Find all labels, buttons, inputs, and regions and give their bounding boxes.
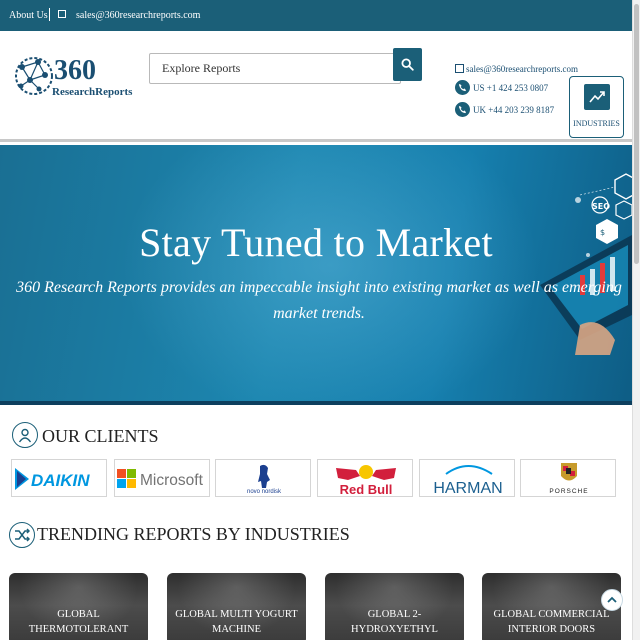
search-box (149, 53, 401, 84)
report-card[interactable]: GLOBAL COMMERCIAL INTERIOR DOORS (482, 573, 621, 640)
trending-heading: TRENDING REPORTS BY INDUSTRIES (37, 524, 350, 544)
report-card[interactable]: GLOBAL 2- HYDROXYETHYL (325, 573, 464, 640)
uk-phone[interactable]: UK +44 203 239 8187 (473, 105, 554, 115)
hero-banner: $ SEO Stay Tuned to Market 360 Research … (0, 145, 632, 405)
chart-trend-icon (584, 84, 610, 110)
site-header: 360 ResearchReports sales@360researchrep… (0, 31, 632, 142)
top-bar: About Us sales@360researchreports.com (0, 0, 632, 31)
report-card-title: GLOBAL COMMERCIAL INTERIOR DOORS (493, 609, 610, 635)
harman-wordmark: HARMAN (433, 480, 502, 497)
daikin-wordmark: DAIKIN (31, 471, 90, 490)
site-logo[interactable]: 360 ResearchReports (12, 53, 136, 101)
hero-subtitle: 360 Research Reports provides an impecca… (16, 279, 622, 322)
logo-number: 360 (54, 55, 96, 86)
chevron-up-icon (607, 596, 617, 603)
porsche-wordmark: PORSCHE (549, 488, 588, 495)
novo-nordisk-wordmark: novo nordisk (247, 489, 282, 495)
phone-icon (455, 102, 470, 117)
search-button[interactable] (393, 48, 422, 81)
client-logo-porsche[interactable]: PORSCHE (520, 459, 616, 497)
shuffle-icon (9, 522, 35, 548)
svg-text:SEO: SEO (592, 202, 610, 211)
mail-icon (455, 64, 464, 73)
report-card[interactable]: GLOBAL MULTI YOGURT MACHINE (167, 573, 306, 640)
client-logo-daikin[interactable]: DAIKIN (11, 459, 107, 497)
scrollbar-thumb[interactable] (634, 4, 639, 264)
mail-icon (58, 10, 66, 18)
report-card-title: GLOBAL 2- HYDROXYETHYL (351, 609, 438, 635)
client-logo-harman[interactable]: HARMAN (419, 459, 515, 497)
logo-network-icon (15, 57, 53, 95)
industries-button[interactable]: INDUSTRIES (569, 76, 624, 138)
hero-title: Stay Tuned to Market (139, 220, 493, 265)
search-input[interactable] (150, 54, 380, 83)
clients-heading: OUR CLIENTS (42, 426, 159, 446)
contact-email[interactable]: sales@360researchreports.com (466, 64, 578, 74)
phone-icon (455, 80, 470, 95)
us-phone[interactable]: US +1 424 253 0807 (473, 83, 548, 93)
divider (49, 8, 50, 21)
industries-label: INDUSTRIES (573, 119, 620, 128)
report-card-title: GLOBAL THERMOTOLERANT (28, 609, 129, 635)
search-icon (401, 58, 414, 71)
microsoft-wordmark: Microsoft (140, 472, 204, 489)
client-logo-microsoft[interactable]: Microsoft (114, 459, 210, 497)
report-card[interactable]: GLOBAL THERMOTOLERANT (9, 573, 148, 640)
client-logo-novo-nordisk[interactable]: novo nordisk (215, 459, 311, 497)
about-us-link[interactable]: About Us (9, 10, 48, 21)
scroll-to-top-button[interactable] (601, 589, 623, 611)
logo-name: ResearchReports (52, 86, 133, 98)
report-card-title: GLOBAL MULTI YOGURT MACHINE (175, 609, 298, 635)
user-icon (12, 422, 38, 448)
client-logo-red-bull[interactable]: Red Bull (317, 459, 413, 497)
red-bull-wordmark: Red Bull (340, 482, 393, 497)
email-link[interactable]: sales@360researchreports.com (76, 10, 200, 21)
page-scrollbar[interactable] (632, 0, 640, 640)
